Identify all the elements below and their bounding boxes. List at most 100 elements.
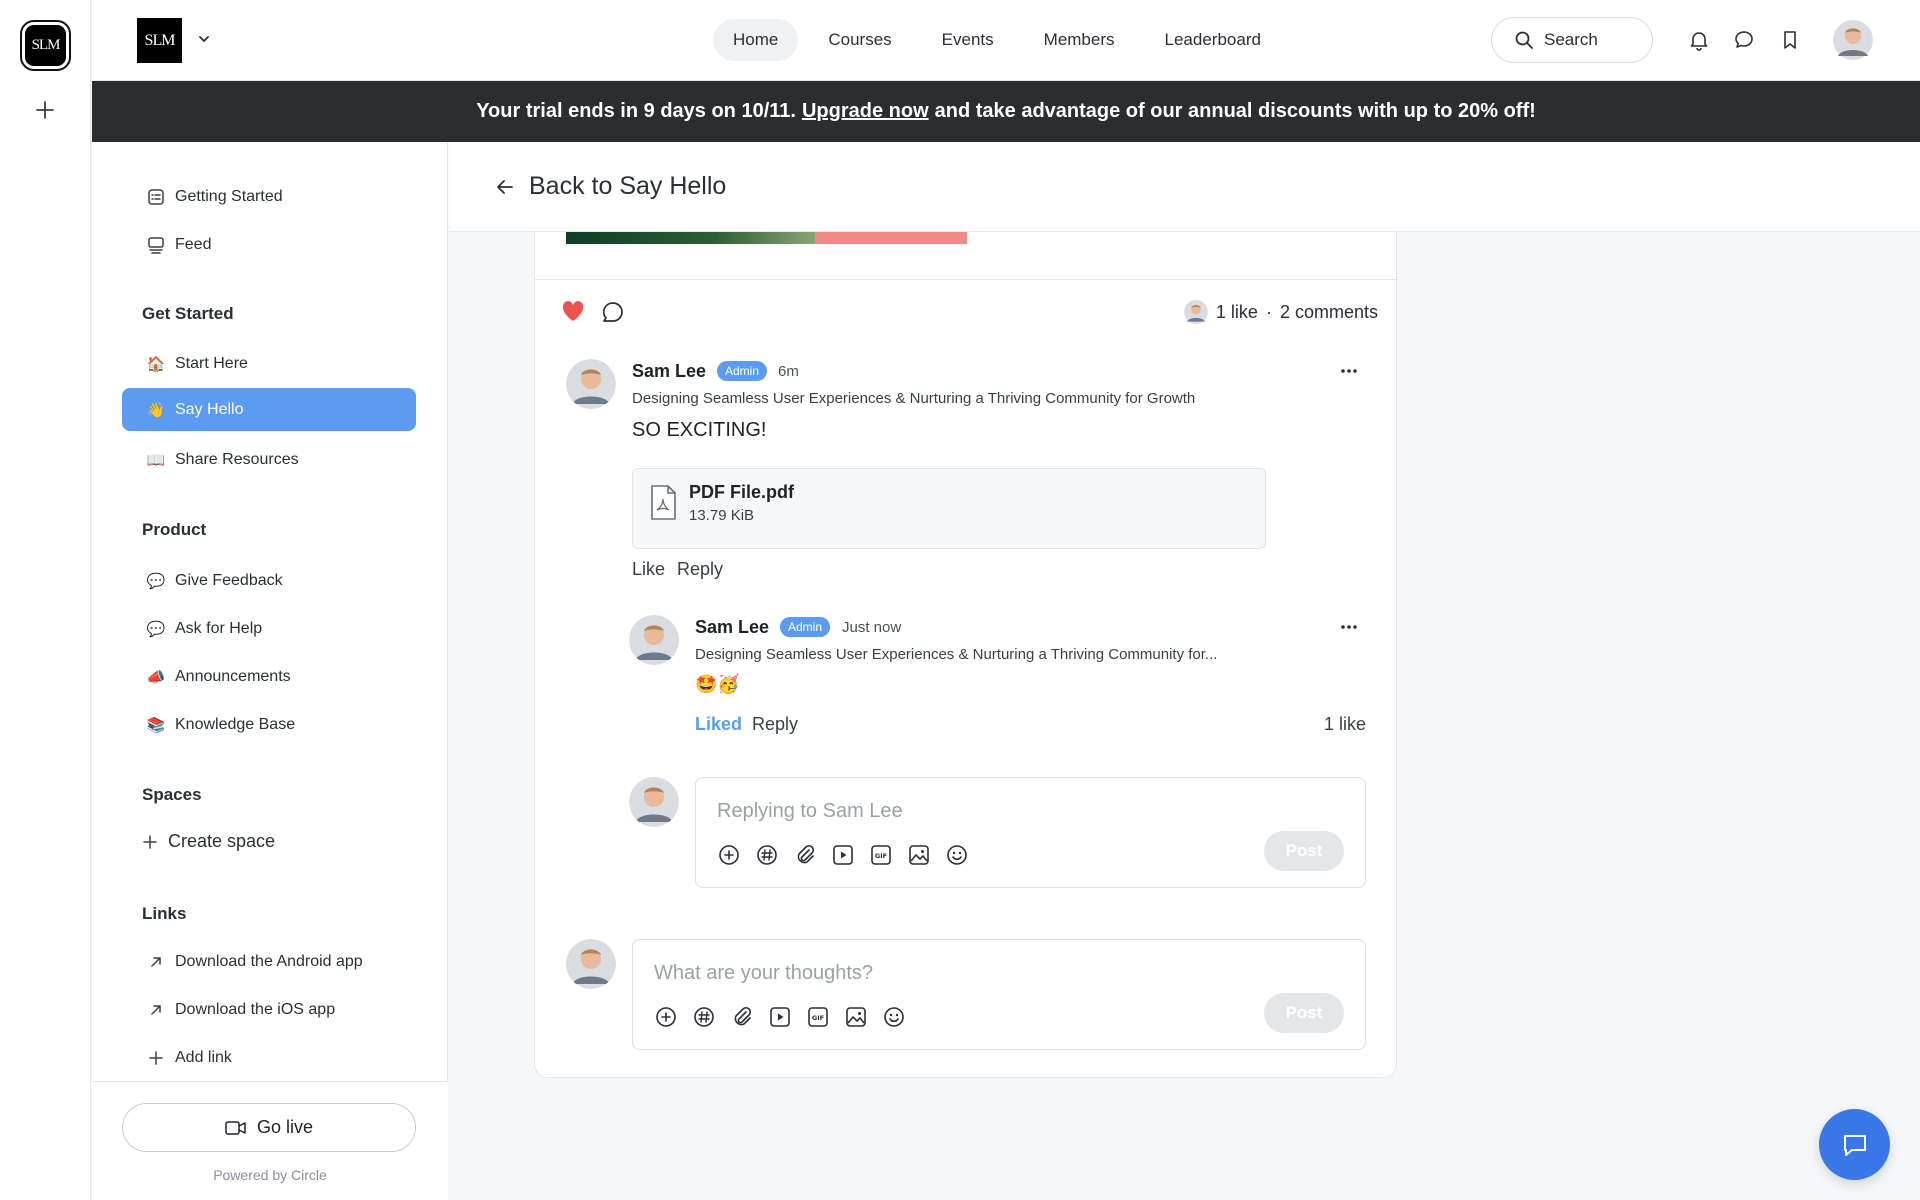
nav-members[interactable]: Members — [1024, 19, 1135, 61]
comment-icon[interactable] — [601, 300, 625, 324]
composer-toolbar: GIF — [717, 843, 969, 867]
add-community-icon[interactable] — [33, 98, 57, 122]
sidebar-item-give-feedback[interactable]: 💬 Give Feedback — [122, 559, 416, 602]
megaphone-icon: 📣 — [146, 669, 166, 686]
sidebar-item-label: Create space — [168, 831, 276, 851]
sidebar-item-start-here[interactable]: 🏠 Start Here — [122, 342, 416, 385]
sidebar-item-label: Give Feedback — [175, 571, 283, 589]
comment-author-name[interactable]: Sam Lee — [632, 361, 706, 382]
reply-time: Just now — [842, 619, 902, 636]
feed-icon — [146, 235, 166, 255]
sidebar-item-ask-for-help[interactable]: 💬 Ask for Help — [122, 607, 416, 650]
current-user-avatar — [629, 777, 679, 827]
nav-courses[interactable]: Courses — [808, 19, 911, 61]
sidebar-item-android-app[interactable]: Download the Android app — [122, 940, 416, 983]
books-icon: 📚 — [146, 717, 166, 734]
create-space-button[interactable]: Create space — [122, 820, 416, 863]
sidebar-item-feed[interactable]: Feed — [122, 223, 416, 266]
reply-input-placeholder[interactable]: Replying to Sam Lee — [717, 800, 903, 823]
nav-events[interactable]: Events — [922, 19, 1014, 61]
nav-home[interactable]: Home — [713, 19, 799, 61]
image-icon[interactable] — [907, 843, 931, 867]
add-circle-icon[interactable] — [717, 843, 741, 867]
support-chat-button[interactable] — [1819, 1109, 1890, 1180]
post-image — [566, 232, 967, 244]
liked-button[interactable]: Liked — [695, 714, 742, 735]
section-heading-get-started: Get Started — [142, 304, 234, 323]
paperclip-icon[interactable] — [793, 843, 817, 867]
like-button[interactable]: Like — [632, 559, 665, 580]
sidebar-item-label: Ask for Help — [175, 619, 263, 637]
heart-icon[interactable] — [561, 300, 585, 322]
user-avatar[interactable] — [1833, 20, 1873, 60]
sidebar-item-ios-app[interactable]: Download the iOS app — [122, 988, 416, 1031]
likes-count[interactable]: 1 like — [1216, 302, 1258, 323]
speech-bubble-icon: 💬 — [146, 621, 166, 638]
sidebar-item-knowledge-base[interactable]: 📚 Knowledge Base — [122, 703, 416, 746]
chevron-down-icon[interactable] — [196, 31, 212, 47]
sidebar-item-getting-started[interactable]: Getting Started — [122, 175, 416, 218]
nav-leaderboard[interactable]: Leaderboard — [1145, 19, 1281, 61]
sidebar-item-say-hello[interactable]: 👋 Say Hello — [122, 388, 416, 431]
reply-author-avatar[interactable] — [629, 615, 679, 665]
attachment-size: 13.79 KiB — [689, 507, 755, 524]
upgrade-now-link[interactable]: Upgrade now — [802, 100, 929, 123]
comment-author-avatar[interactable] — [566, 359, 616, 409]
paperclip-icon[interactable] — [730, 1005, 754, 1029]
emoji-icon[interactable] — [882, 1005, 906, 1029]
gif-icon[interactable]: GIF — [869, 843, 893, 867]
svg-text:GIF: GIF — [875, 852, 887, 860]
house-icon: 🏠 — [146, 356, 166, 373]
comments-count[interactable]: 2 comments — [1280, 302, 1378, 323]
hashtag-icon[interactable] — [692, 1005, 716, 1029]
sidebar-item-share-resources[interactable]: 📖 Share Resources — [122, 438, 416, 481]
gif-icon[interactable]: GIF — [806, 1005, 830, 1029]
go-live-button[interactable]: Go live — [122, 1103, 416, 1152]
arrow-left-icon[interactable] — [495, 177, 515, 197]
back-link[interactable]: Back to Say Hello — [529, 172, 726, 201]
reply-author-headline: Designing Seamless User Experiences & Nu… — [695, 646, 1218, 663]
svg-text:GIF: GIF — [812, 1014, 824, 1022]
add-circle-icon[interactable] — [654, 1005, 678, 1029]
sidebar-item-label: Add link — [175, 1048, 232, 1066]
trial-banner: Your trial ends in 9 days on 10/11. Upgr… — [92, 81, 1920, 142]
banner-text-before: Your trial ends in 9 days on 10/11. — [476, 100, 796, 122]
reply-composer[interactable]: Replying to Sam Lee GIF Post — [695, 777, 1366, 888]
search-button[interactable]: Search — [1491, 17, 1653, 63]
reply-button[interactable]: Reply — [752, 714, 798, 735]
brand-logo[interactable]: SLM — [137, 18, 182, 63]
reply-post-button[interactable]: Post — [1264, 831, 1344, 871]
more-options-icon[interactable] — [1339, 617, 1359, 637]
attachment-name: PDF File.pdf — [689, 482, 794, 502]
hashtag-icon[interactable] — [755, 843, 779, 867]
comment-author-headline: Designing Seamless User Experiences & Nu… — [632, 390, 1196, 407]
separator-dot: · — [1265, 301, 1272, 322]
community-switcher-logo[interactable]: SLM — [20, 20, 71, 71]
comment-composer[interactable]: What are your thoughts? GIF Post — [632, 939, 1366, 1050]
comment-post-button[interactable]: Post — [1264, 993, 1344, 1033]
add-link-button[interactable]: Add link — [122, 1036, 416, 1079]
comment-input-placeholder[interactable]: What are your thoughts? — [654, 962, 873, 985]
video-icon[interactable] — [831, 843, 855, 867]
video-camera-icon — [225, 1120, 247, 1136]
more-options-icon[interactable] — [1339, 361, 1359, 381]
likes-comments-summary: 1 like · 2 comments — [1183, 300, 1378, 324]
sidebar-item-label: Feed — [175, 235, 212, 253]
video-icon[interactable] — [768, 1005, 792, 1029]
reply-author-name[interactable]: Sam Lee — [695, 617, 769, 638]
sidebar-item-announcements[interactable]: 📣 Announcements — [122, 655, 416, 698]
reply-likes-count[interactable]: 1 like — [1324, 714, 1366, 735]
sidebar-footer: Go live Powered by Circle — [92, 1081, 448, 1200]
image-icon[interactable] — [844, 1005, 868, 1029]
sidebar: Getting Started Feed Get Started 🏠 Start… — [92, 142, 448, 1200]
search-label: Search — [1544, 30, 1598, 49]
chat-icon[interactable] — [1733, 29, 1755, 51]
reply-button[interactable]: Reply — [677, 559, 723, 580]
pdf-attachment[interactable]: PDF File.pdf 13.79 KiB — [632, 468, 1266, 549]
sidebar-item-label: Say Hello — [175, 400, 244, 418]
bookmark-icon[interactable] — [1779, 29, 1801, 51]
emoji-icon[interactable] — [945, 843, 969, 867]
banner-text-after: and take advantage of our annual discoun… — [934, 100, 1536, 122]
bell-icon[interactable] — [1688, 29, 1710, 51]
section-heading-spaces: Spaces — [142, 785, 202, 804]
